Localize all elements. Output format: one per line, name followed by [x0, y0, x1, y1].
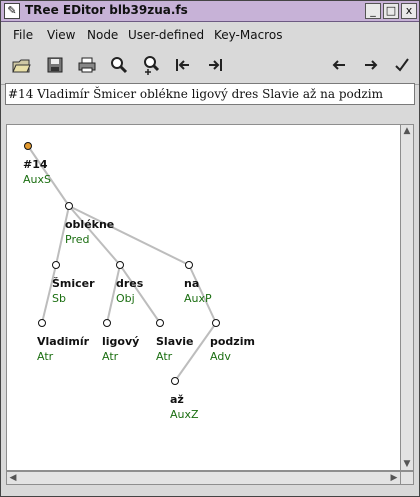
- scroll-up-icon[interactable]: ▲: [401, 125, 413, 137]
- print-icon[interactable]: [75, 53, 99, 77]
- app-icon: ✎: [4, 3, 20, 19]
- close-button[interactable]: x: [401, 3, 417, 19]
- scroll-left-icon[interactable]: ◀: [7, 472, 19, 484]
- tree-canvas[interactable]: #14 AuxS oblékne Pred Šmicer Sb dres Obj…: [6, 124, 401, 471]
- scroll-right-icon[interactable]: ▶: [388, 472, 400, 484]
- open-folder-icon[interactable]: [9, 53, 33, 77]
- node-dres-label: dres: [116, 277, 144, 290]
- first-icon[interactable]: [171, 53, 195, 77]
- scrollbar-corner: [400, 471, 414, 485]
- node-smicer-afun: Sb: [52, 292, 66, 305]
- node-smicer[interactable]: [52, 261, 60, 269]
- menu-view[interactable]: View: [47, 28, 75, 42]
- node-slavie[interactable]: [156, 319, 164, 327]
- node-podzim-label: podzim: [210, 335, 255, 348]
- horizontal-scrollbar[interactable]: ◀ ▶: [6, 471, 401, 485]
- node-dres[interactable]: [116, 261, 124, 269]
- node-oblekne-afun: Pred: [65, 233, 90, 246]
- node-podzim[interactable]: [212, 319, 220, 327]
- node-ligovy[interactable]: [103, 319, 111, 327]
- node-oblekne-label: oblékne: [65, 218, 115, 231]
- node-vladimir-label: Vladimír: [37, 335, 90, 348]
- node-na-label: na: [184, 277, 200, 290]
- minimize-button[interactable]: _: [365, 3, 381, 19]
- node-smicer-label: Šmicer: [52, 277, 95, 290]
- root-label: #14: [23, 158, 48, 171]
- search-next-icon[interactable]: [139, 53, 163, 77]
- node-slavie-afun: Atr: [156, 350, 173, 363]
- node-az[interactable]: [171, 377, 179, 385]
- root-node[interactable]: [24, 142, 32, 150]
- toolbar: [1, 48, 419, 85]
- node-ligovy-afun: Atr: [102, 350, 119, 363]
- back-icon[interactable]: [327, 53, 351, 77]
- node-slavie-label: Slavie: [156, 335, 194, 348]
- node-az-label: až: [170, 393, 184, 406]
- node-na[interactable]: [185, 261, 193, 269]
- sentence-field[interactable]: #14 Vladimír Šmicer oblékne ligový dres …: [5, 83, 415, 105]
- node-na-afun: AuxP: [184, 292, 212, 305]
- menu-user-defined[interactable]: User-defined: [128, 28, 204, 42]
- tred-window: ✎ TRee EDitor blb39zua.fs _ □ x File Vie…: [0, 0, 420, 497]
- title-bar[interactable]: ✎ TRee EDitor blb39zua.fs _ □ x: [1, 1, 419, 22]
- menu-node[interactable]: Node: [87, 28, 118, 42]
- node-oblekne[interactable]: [65, 202, 73, 210]
- maximize-button[interactable]: □: [383, 3, 399, 19]
- node-vladimir-afun: Atr: [37, 350, 54, 363]
- last-icon[interactable]: [203, 53, 227, 77]
- node-vladimir[interactable]: [38, 319, 46, 327]
- search-icon[interactable]: [107, 53, 131, 77]
- check-icon[interactable]: [390, 53, 414, 77]
- forward-icon[interactable]: [359, 53, 383, 77]
- window-title: TRee EDitor blb39zua.fs: [25, 3, 188, 17]
- menu-key-macros[interactable]: Key-Macros: [214, 28, 282, 42]
- node-dres-afun: Obj: [116, 292, 135, 305]
- vertical-scrollbar[interactable]: ▲ ▼: [400, 124, 414, 471]
- node-podzim-afun: Adv: [210, 350, 231, 363]
- root-afun: AuxS: [23, 173, 51, 186]
- menu-file[interactable]: File: [13, 28, 33, 42]
- node-ligovy-label: ligový: [102, 335, 140, 348]
- scroll-down-icon[interactable]: ▼: [401, 458, 413, 470]
- save-icon[interactable]: [43, 53, 67, 77]
- node-az-afun: AuxZ: [170, 408, 199, 421]
- menu-bar: File View Node User-defined Key-Macros: [1, 22, 419, 49]
